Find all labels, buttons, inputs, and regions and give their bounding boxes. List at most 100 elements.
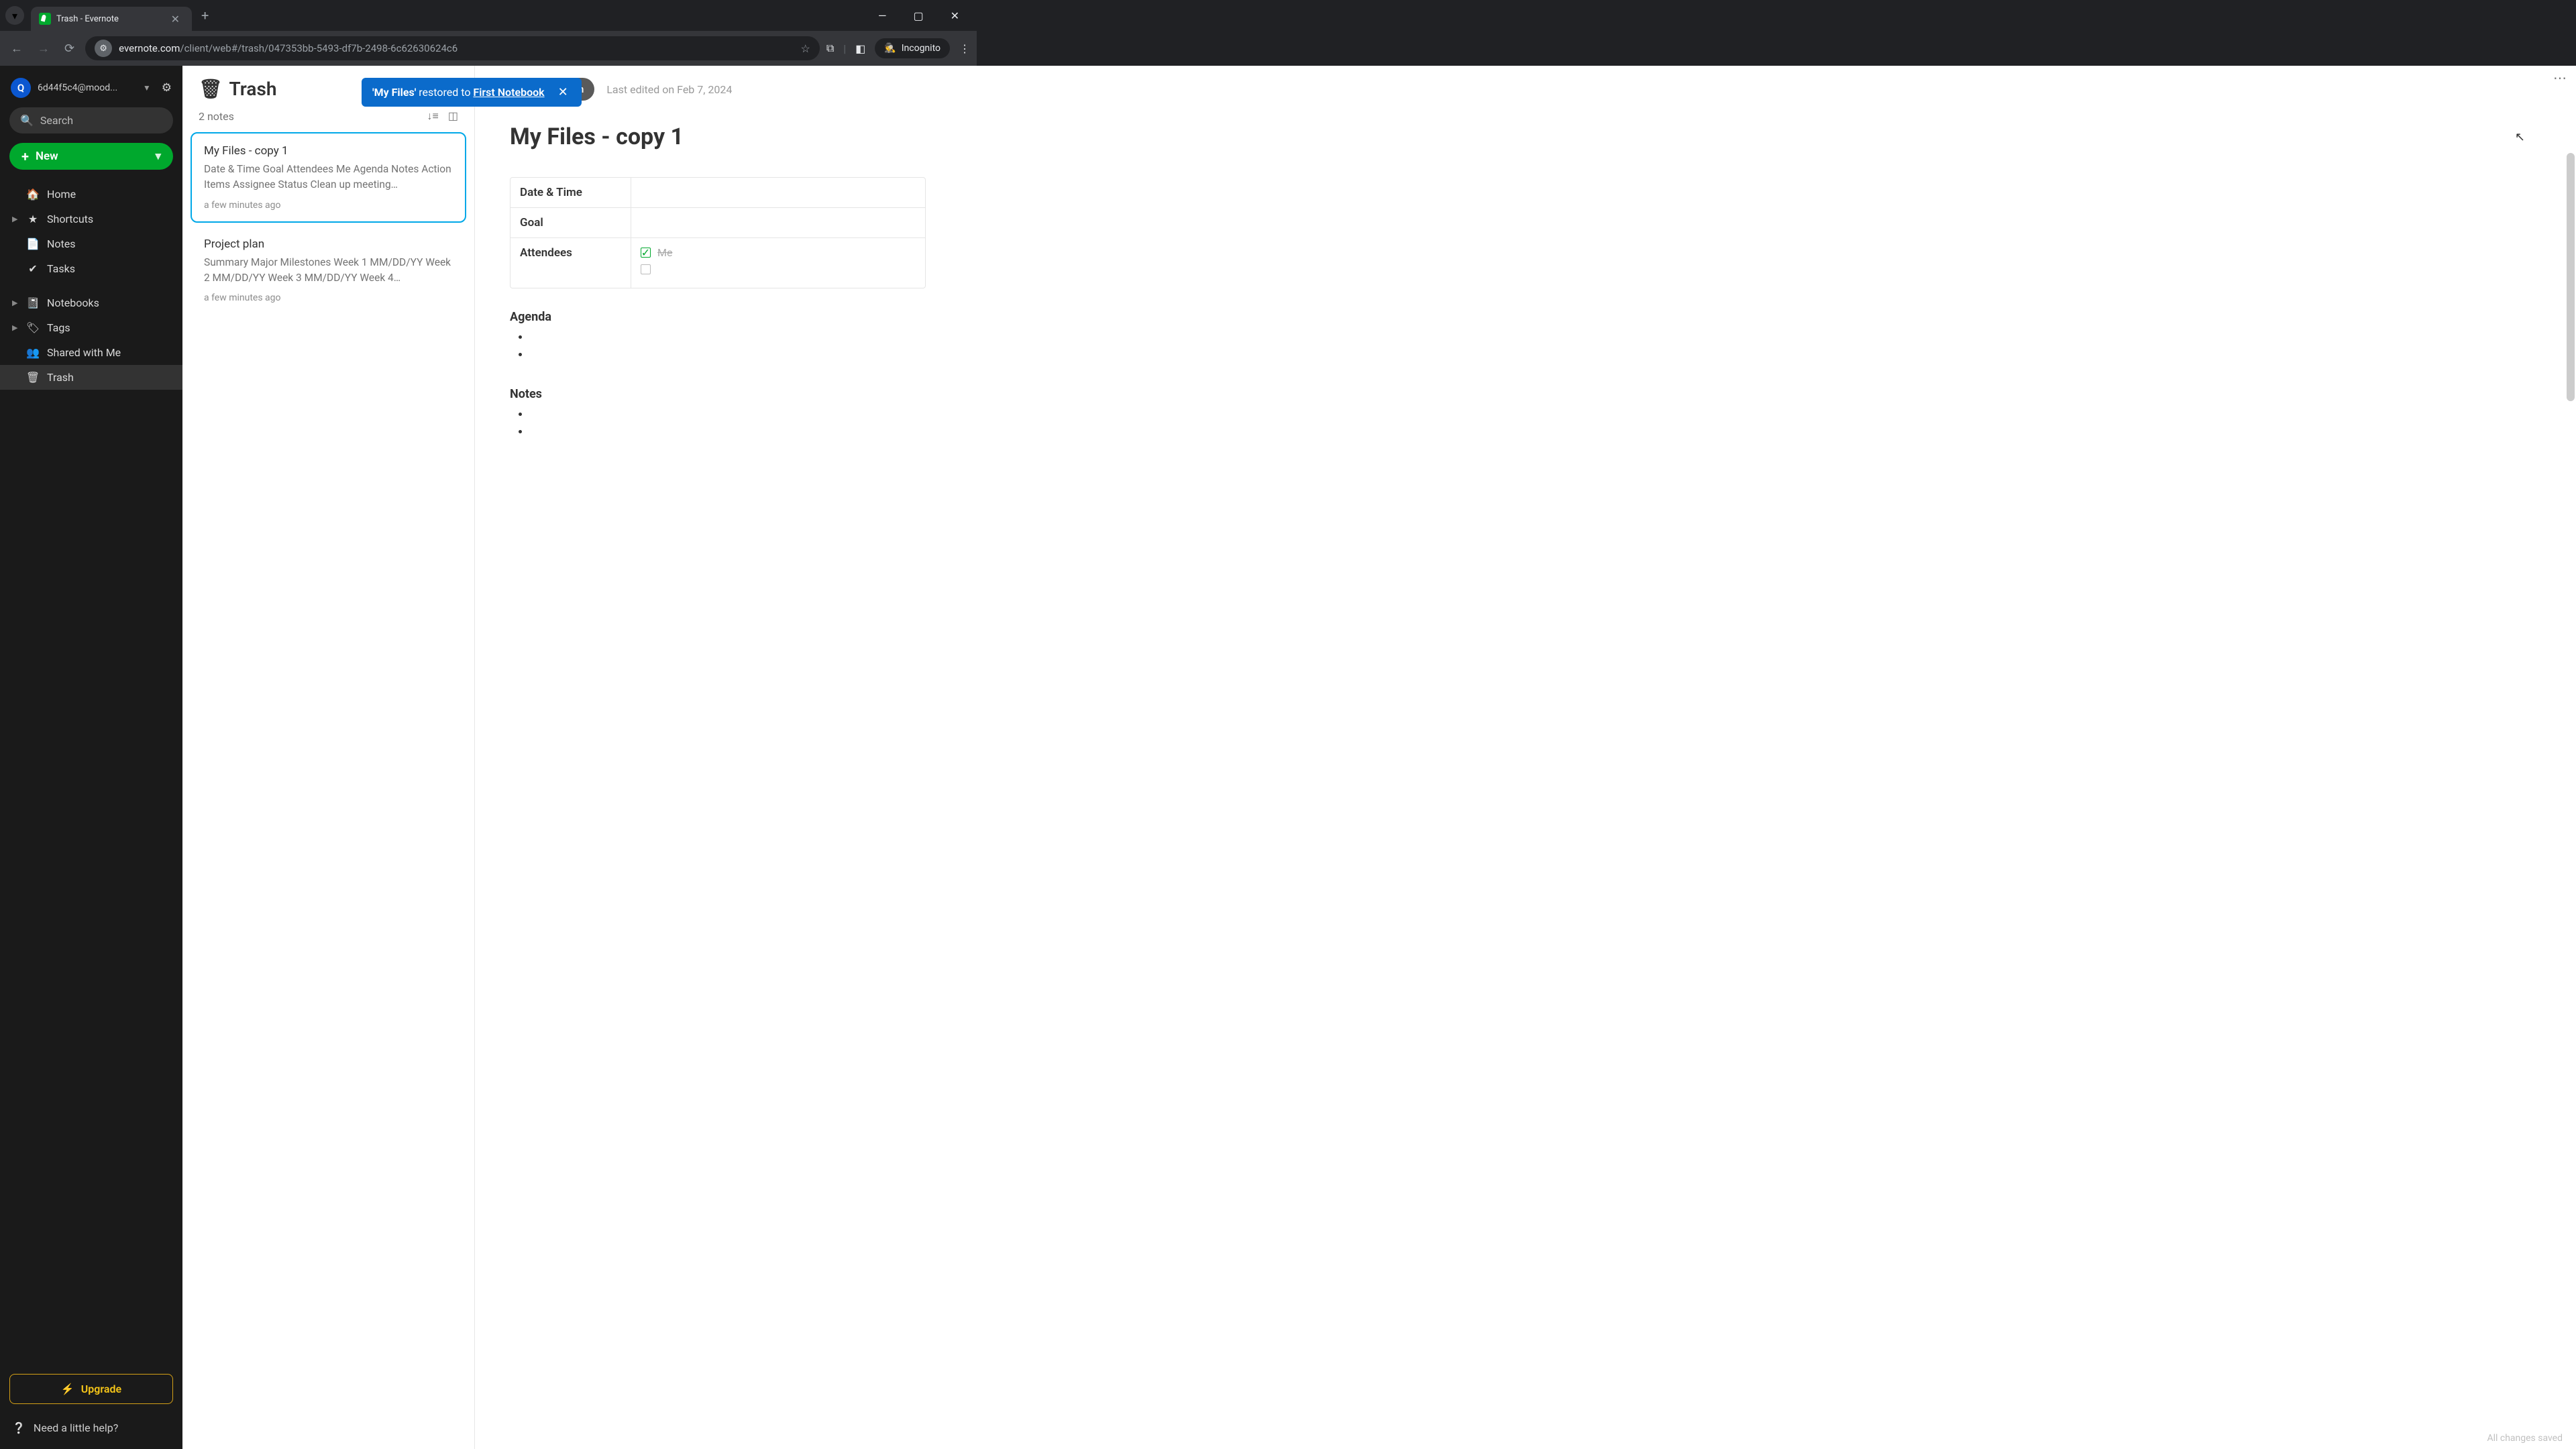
row-label: Goal <box>511 208 631 237</box>
address-bar[interactable]: ⚙ evernote.com/client/web#/trash/047353b… <box>85 36 820 60</box>
close-window-button[interactable]: ✕ <box>944 5 966 26</box>
avatar: Q <box>11 78 31 98</box>
table-row: Date & Time <box>511 178 925 208</box>
sidebar-label: Shortcuts <box>47 213 93 225</box>
note-meta-table[interactable]: Date & Time Goal Attendees ✓ Me <box>510 177 926 288</box>
notebook-icon: 📓 <box>27 297 39 309</box>
note-timestamp: a few minutes ago <box>204 292 453 303</box>
sort-icon[interactable]: ↓≡ <box>427 109 439 123</box>
forward-button[interactable]: → <box>34 38 54 60</box>
note-preview: Summary Major Milestones Week 1 MM/DD/YY… <box>204 255 453 286</box>
notes-list[interactable] <box>530 408 2556 443</box>
section-heading-agenda: Agenda <box>510 310 2556 324</box>
note-more-menu[interactable]: ⋯ <box>2553 70 2568 86</box>
bolt-icon: ⚡ <box>61 1383 74 1395</box>
section-heading-notes: Notes <box>510 387 2556 401</box>
checkbox-checked-icon[interactable]: ✓ <box>641 248 651 258</box>
incognito-chip[interactable]: 🕵 Incognito <box>875 38 950 58</box>
site-info-icon[interactable]: ⚙ <box>95 40 112 57</box>
sidebar-label: Tasks <box>47 262 75 275</box>
toast-close-button[interactable]: ✕ <box>555 85 571 99</box>
check-circle-icon: ✔ <box>27 262 39 275</box>
note-list-item[interactable]: My Files - copy 1 Date & Time Goal Atten… <box>191 132 466 223</box>
settings-gear-icon[interactable]: ⚙ <box>162 81 172 95</box>
toast-notebook-link[interactable]: First Notebook <box>473 86 544 99</box>
row-value[interactable] <box>631 178 925 207</box>
sidebar-label: Tags <box>47 321 70 334</box>
incognito-label: Incognito <box>902 43 941 54</box>
row-value[interactable]: ✓ Me <box>631 238 925 288</box>
checkbox-empty-icon[interactable] <box>641 264 651 274</box>
sidebar-label: Trash <box>47 371 74 384</box>
star-icon: ★ <box>27 213 39 225</box>
sidebar-item-tags[interactable]: ▶ 🏷 Tags <box>0 315 182 340</box>
account-email: 6d44f5c4@mood... <box>38 83 136 93</box>
sidebar-item-shared[interactable]: 👥Shared with Me <box>0 340 182 365</box>
list-title: Trash <box>229 78 277 100</box>
sidebar-item-tasks[interactable]: ✔ Tasks <box>0 256 182 281</box>
help-icon: ❔ <box>12 1421 25 1434</box>
minimize-button[interactable]: — <box>871 5 894 26</box>
search-placeholder: Search <box>40 114 73 127</box>
browser-tab[interactable]: Trash - Evernote ✕ <box>31 7 192 31</box>
sidebar-item-notebooks[interactable]: ▶ 📓 Notebooks <box>0 290 182 315</box>
new-button[interactable]: + New ▾ <box>9 143 173 170</box>
bookmark-star-icon[interactable]: ☆ <box>800 42 810 55</box>
expand-icon[interactable]: ▶ <box>12 215 19 223</box>
sidebar-item-trash[interactable]: 🗑 Trash <box>0 365 182 390</box>
table-row: Attendees ✓ Me <box>511 238 925 288</box>
new-tab-button[interactable]: + <box>201 7 209 23</box>
account-switcher[interactable]: Q 6d44f5c4@mood... ▼ ⚙ <box>0 75 182 107</box>
last-edited-text: Last edited on Feb 7, 2024 <box>606 83 732 96</box>
expand-icon[interactable]: ▶ <box>12 299 19 307</box>
sidebar-label: Notebooks <box>47 297 99 309</box>
row-label: Date & Time <box>511 178 631 207</box>
row-value[interactable] <box>631 208 925 237</box>
sidebar-item-shortcuts[interactable]: ▶ ★ Shortcuts <box>0 207 182 231</box>
toast-text: 'My Files' restored to First Notebook <box>372 86 545 99</box>
attendee-me: Me <box>657 246 672 259</box>
maximize-button[interactable]: ▢ <box>906 5 930 26</box>
sidebar-item-notes[interactable]: 📄Notes <box>0 231 182 256</box>
evernote-app: Q 6d44f5c4@mood... ▼ ⚙ 🔍 Search + New ▾ … <box>0 66 2576 1449</box>
home-icon: 🏠 <box>27 188 39 201</box>
sidebar-item-home[interactable]: 🏠 Home <box>0 182 182 207</box>
reload-button[interactable]: ⟳ <box>60 38 78 60</box>
help-button[interactable]: ❔ Need a little help? <box>9 1416 173 1440</box>
sidepanel-icon[interactable]: ◧ <box>855 42 865 55</box>
note-preview: Date & Time Goal Attendees Me Agenda Not… <box>204 162 453 193</box>
people-icon: 👥 <box>27 346 39 359</box>
note-list-panel: 🗑 Trash 2 notes ↓≡ ◫ My Files - copy 1 D… <box>182 66 475 1449</box>
back-button[interactable]: ← <box>7 38 27 60</box>
note-title: My Files - copy 1 <box>204 144 453 158</box>
view-toggle-icon[interactable]: ◫ <box>448 109 458 123</box>
tag-icon: 🏷 <box>27 321 39 334</box>
expand-icon[interactable]: ▶ <box>12 323 19 332</box>
sidebar-label: Home <box>47 188 76 201</box>
tab-close-button[interactable]: ✕ <box>167 11 184 27</box>
note-title-heading[interactable]: My Files - copy 1 <box>510 123 2556 150</box>
plus-icon: + <box>21 150 29 163</box>
chrome-menu-button[interactable]: ⋮ <box>959 42 970 55</box>
trash-icon: 🗑 <box>199 78 223 100</box>
scrollbar[interactable] <box>2567 153 2575 401</box>
evernote-favicon-icon <box>39 13 51 25</box>
incognito-icon: 🕵 <box>884 43 896 54</box>
table-row: Goal <box>511 208 925 238</box>
tab-search-dropdown[interactable]: ▾ <box>5 6 24 25</box>
upgrade-button[interactable]: ⚡ Upgrade <box>9 1374 173 1404</box>
new-label: New <box>36 150 58 163</box>
row-label: Attendees <box>511 238 631 288</box>
note-detail-panel: ⋯ 🗑 Note in Trash Last edited on Feb 7, … <box>475 66 2576 1449</box>
chevron-down-icon: ▾ <box>12 9 17 22</box>
note-icon: 📄 <box>27 237 39 250</box>
trash-icon: 🗑 <box>27 371 39 384</box>
agenda-list[interactable] <box>530 331 2556 366</box>
extensions-icon[interactable]: ⧉ <box>826 42 834 55</box>
search-input[interactable]: 🔍 Search <box>9 107 173 133</box>
chevron-down-icon: ▾ <box>155 150 161 163</box>
restore-toast: 'My Files' restored to First Notebook ✕ <box>362 78 582 107</box>
note-count: 2 notes <box>199 110 234 123</box>
browser-toolbar: ← → ⟳ ⚙ evernote.com/client/web#/trash/0… <box>0 31 977 66</box>
note-list-item[interactable]: Project plan Summary Major Milestones We… <box>191 225 466 316</box>
